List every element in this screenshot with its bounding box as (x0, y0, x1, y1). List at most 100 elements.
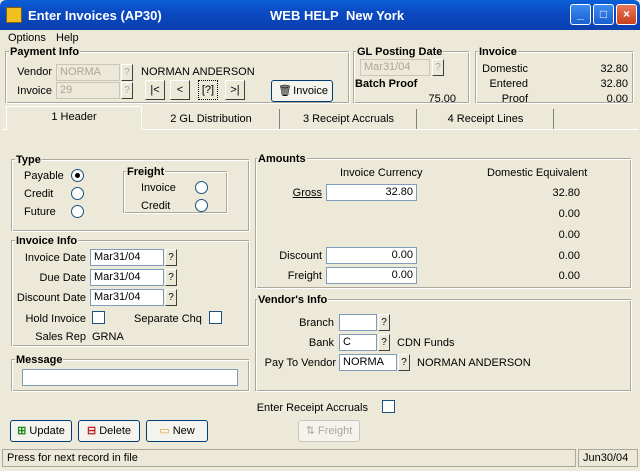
delete-button[interactable]: ⊟ Delete (78, 420, 140, 442)
discount-label: Discount (279, 250, 322, 262)
invoice-date-field[interactable]: Mar31/04 (90, 249, 164, 266)
plus-icon: ⊞ (17, 425, 27, 437)
type-legend: Type (15, 154, 42, 166)
invoice-finder-button[interactable]: ? (121, 82, 133, 99)
gl-date-finder-button[interactable]: ? (432, 59, 444, 76)
tab-receipt-accruals[interactable]: 3 Receipt Accruals (281, 109, 417, 129)
tab-gl-distribution-label: 2 GL Distribution (170, 113, 252, 125)
invoice-label: Invoice (17, 85, 52, 97)
freight-legend: Freight (126, 166, 166, 178)
enter-receipt-accruals-label: Enter Receipt Accruals (256, 402, 368, 414)
invoice-date-label: Invoice Date (24, 252, 86, 264)
invoice-info-legend: Invoice Info (15, 235, 79, 247)
type-credit-radio[interactable] (71, 187, 84, 200)
freight-invoice-radio[interactable] (195, 181, 208, 194)
discount-date-calendar-button[interactable]: ? (165, 289, 177, 306)
freight-credit-radio[interactable] (195, 199, 208, 212)
type-payable-radio[interactable] (71, 169, 84, 182)
discount-domestic-value: 0.00 (558, 250, 580, 262)
blank-domestic-value-1: 0.00 (558, 208, 580, 220)
menu-bar: Options Help (0, 30, 640, 46)
freight-credit-label: Credit (141, 200, 171, 212)
status-message: Press for next record in file (2, 449, 576, 467)
delete-button-label: Delete (99, 425, 132, 437)
freight-group (124, 172, 228, 214)
freight-label: Freight (287, 270, 322, 282)
blank-domestic-value-2: 0.00 (558, 229, 580, 241)
maximize-button[interactable]: □ (593, 4, 614, 25)
menu-options[interactable]: Options (8, 32, 46, 44)
branch-field[interactable] (339, 314, 377, 331)
invoice-date-calendar-button[interactable]: ? (165, 249, 177, 266)
freight-button[interactable]: ⇅ Freight (298, 420, 360, 442)
bank-finder-button[interactable]: ? (378, 334, 390, 351)
new-button-label: New (172, 425, 195, 437)
first-record-icon[interactable]: |< (145, 80, 165, 100)
payment-info-legend: Payment Info (9, 46, 81, 58)
vendor-finder-button[interactable]: ? (121, 64, 133, 81)
tab-header[interactable]: 1 Header (6, 106, 142, 130)
trash-icon: 🗑 (278, 85, 292, 97)
vendor-field[interactable]: NORMA (56, 64, 120, 81)
tab-receipt-lines-label: 4 Receipt Lines (447, 113, 524, 125)
discount-date-label: Discount Date (16, 292, 86, 304)
minimize-button[interactable]: _ (570, 4, 591, 25)
invoice-currency-header: Invoice Currency (340, 167, 423, 179)
invoice-number-field[interactable]: 29 (56, 82, 120, 99)
due-date-calendar-button[interactable]: ? (165, 269, 177, 286)
domestic-value: 32.80 (600, 63, 628, 75)
sales-rep-value: GRNA (92, 331, 124, 343)
update-button[interactable]: ⊞ Update (10, 420, 72, 442)
find-record-icon[interactable]: [?] (198, 80, 218, 100)
type-payable-label: Payable (24, 170, 64, 182)
gl-posting-date-field[interactable]: Mar31/04 (360, 59, 430, 76)
message-field[interactable] (22, 369, 238, 386)
separate-chq-checkbox[interactable] (209, 311, 222, 324)
due-date-label: Due Date (39, 272, 86, 284)
new-button[interactable]: ▭ New (146, 420, 208, 442)
last-record-icon[interactable]: >| (225, 80, 245, 100)
freight-icon: ⇅ (305, 425, 315, 437)
type-future-radio[interactable] (71, 205, 84, 218)
freight-invoice-label: Invoice (141, 182, 176, 194)
discount-date-field[interactable]: Mar31/04 (90, 289, 164, 306)
type-future-label: Future (24, 206, 56, 218)
previous-record-icon[interactable]: < (170, 80, 190, 100)
status-bar: Press for next record in file Jun30/04 (2, 449, 638, 467)
gl-posting-legend: GL Posting Date (356, 46, 444, 58)
tab-receipt-accruals-label: 3 Receipt Accruals (302, 113, 395, 125)
close-button[interactable]: × (616, 4, 637, 25)
sales-rep-label: Sales Rep (35, 331, 86, 343)
invoice-summary-legend: Invoice (478, 46, 518, 58)
folder-icon: ▭ (159, 425, 170, 437)
vendor-label: Vendor (17, 66, 52, 78)
pay-to-vendor-field[interactable]: NORMA (339, 354, 397, 371)
gross-field[interactable]: 32.80 (326, 184, 417, 201)
pay-to-vendor-label: Pay To Vendor (264, 357, 336, 369)
web-help-link[interactable]: WEB HELP (270, 8, 339, 23)
pay-to-vendor-finder-button[interactable]: ? (398, 354, 410, 371)
tab-header-label: 1 Header (51, 111, 97, 123)
tab-receipt-lines[interactable]: 4 Receipt Lines (418, 109, 554, 129)
gross-label[interactable]: Gross (262, 187, 322, 199)
freight-domestic-value: 0.00 (558, 270, 580, 282)
batch-proof-label: Batch Proof (355, 78, 418, 90)
vendor-name: NORMAN ANDERSON (141, 66, 255, 78)
freight-field[interactable]: 0.00 (326, 267, 417, 284)
pay-to-vendor-name: NORMAN ANDERSON (417, 357, 531, 369)
menu-help[interactable]: Help (56, 32, 79, 44)
title-bar: Enter Invoices (AP30) WEB HELP New York … (0, 0, 640, 30)
discount-field[interactable]: 0.00 (326, 247, 417, 264)
invoice-button[interactable]: 🗑 Invoice (271, 80, 333, 102)
hold-invoice-checkbox[interactable] (92, 311, 105, 324)
message-legend: Message (15, 354, 64, 366)
branch-finder-button[interactable]: ? (378, 314, 390, 331)
due-date-field[interactable]: Mar31/04 (90, 269, 164, 286)
freight-button-label: Freight (318, 425, 353, 437)
branch-label: Branch (299, 317, 334, 329)
bank-field[interactable]: C (339, 334, 377, 351)
amounts-legend: Amounts (257, 153, 307, 165)
enter-receipt-accruals-checkbox[interactable] (382, 400, 395, 413)
window-title: Enter Invoices (AP30) (28, 8, 162, 23)
tab-gl-distribution[interactable]: 2 GL Distribution (143, 109, 280, 129)
